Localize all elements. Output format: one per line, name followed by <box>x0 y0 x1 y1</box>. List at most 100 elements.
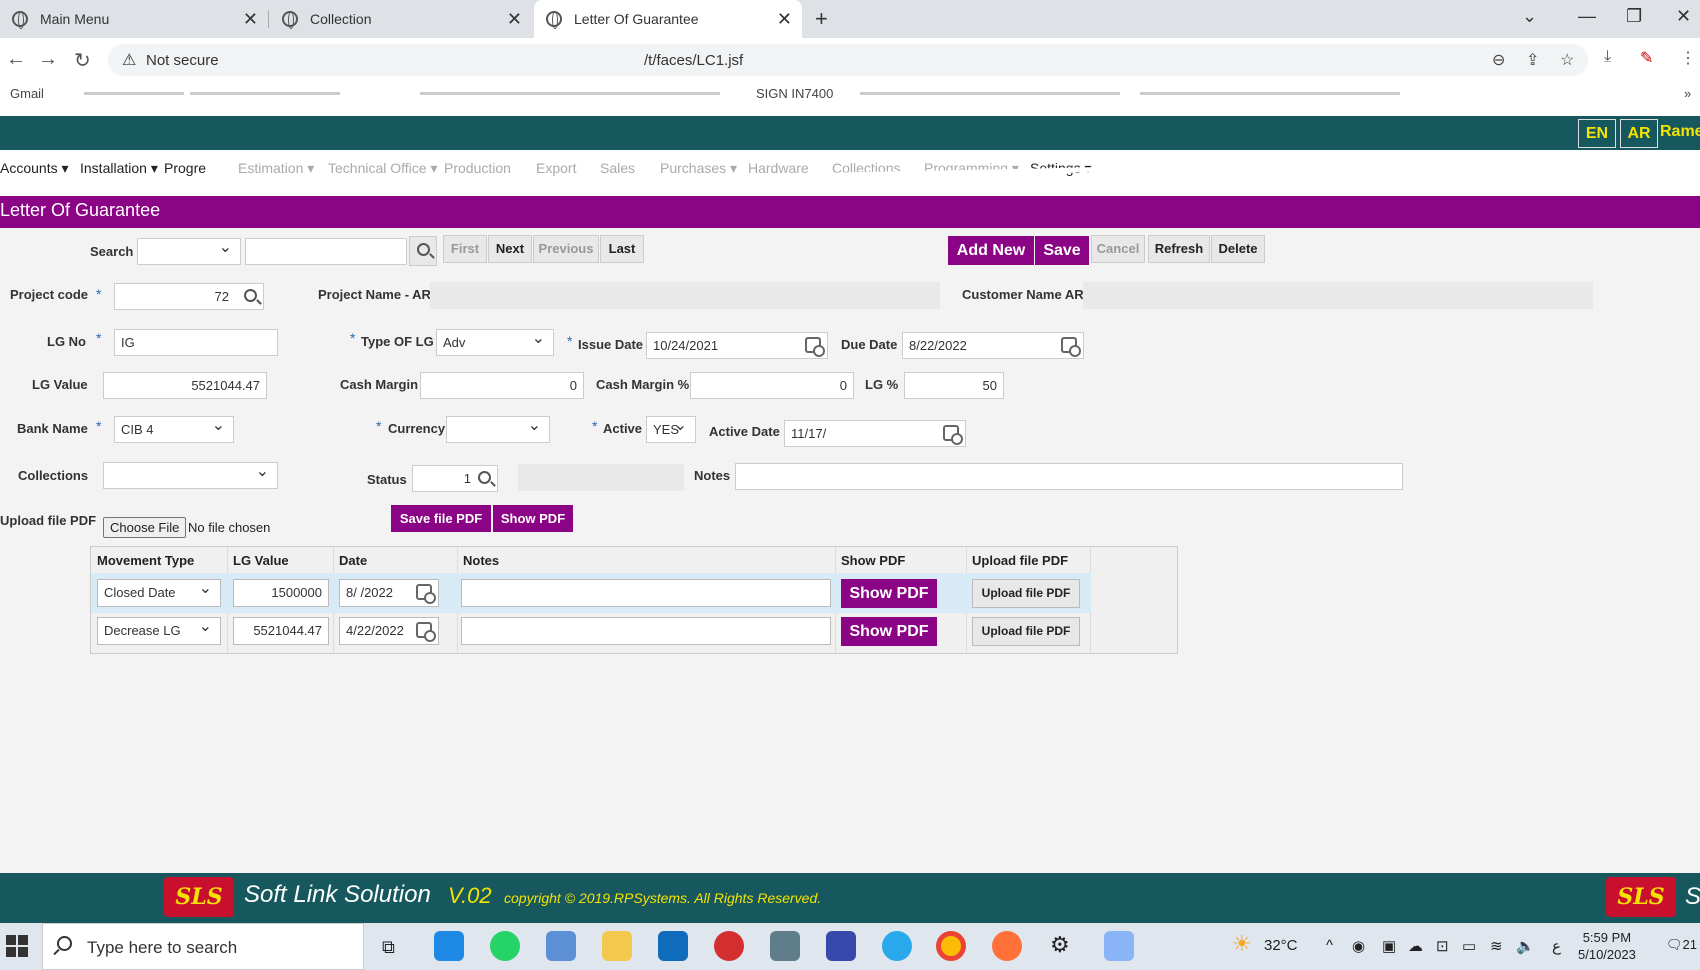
movement-type-select[interactable]: Decrease LG <box>97 617 221 645</box>
wifi-icon[interactable]: ≋ <box>1490 937 1503 955</box>
menu-icon[interactable]: ⋮ <box>1680 48 1696 68</box>
app-icon[interactable] <box>714 931 744 961</box>
tray-icon[interactable]: ⊡ <box>1436 937 1449 955</box>
zoom-icon[interactable]: ⊖ <box>1492 50 1505 70</box>
ie-icon[interactable] <box>434 931 464 961</box>
volume-icon[interactable]: 🔈 <box>1516 937 1535 955</box>
profile-icon[interactable]: ✎ <box>1640 48 1653 68</box>
tray-icon[interactable]: ▭ <box>1462 937 1476 955</box>
forward-icon[interactable]: → <box>38 48 58 71</box>
chevron-right-icon[interactable]: » <box>1684 86 1691 101</box>
app-icon[interactable] <box>1104 931 1134 961</box>
search-icon[interactable] <box>478 471 491 484</box>
menu-installation[interactable]: Installation ▾ <box>80 160 158 177</box>
back-icon[interactable]: ← <box>6 48 26 71</box>
row-show-pdf-button[interactable]: Show PDF <box>841 617 937 646</box>
lang-ar-button[interactable]: AR <box>1620 119 1658 148</box>
project-code-input[interactable]: 72 <box>114 283 264 310</box>
app-icon[interactable] <box>826 931 856 961</box>
active-select[interactable]: YES <box>646 416 696 443</box>
firefox-icon[interactable] <box>992 931 1022 961</box>
table-row[interactable]: Decrease LG 5521044.47 4/22/2022 Show PD… <box>91 613 1091 653</box>
delete-button[interactable]: Delete <box>1211 235 1265 263</box>
search-button[interactable] <box>409 236 437 266</box>
share-icon[interactable]: ⇪ <box>1526 50 1539 70</box>
search-icon[interactable] <box>244 289 257 302</box>
chevron-down-icon[interactable]: ⌄ <box>1522 6 1537 27</box>
calendar-icon[interactable] <box>943 425 963 445</box>
lg-no-input[interactable]: IG <box>114 329 278 356</box>
new-tab-icon[interactable]: + <box>815 6 828 32</box>
telegram-icon[interactable] <box>882 931 912 961</box>
movement-type-select[interactable]: Closed Date <box>97 579 221 607</box>
next-button[interactable]: Next <box>488 235 532 263</box>
windows-start-icon[interactable] <box>6 935 28 957</box>
add-new-button[interactable]: Add New <box>948 236 1034 265</box>
calendar-icon[interactable] <box>805 337 825 357</box>
save-file-pdf-button[interactable]: Save file PDF <box>391 505 491 532</box>
close-icon[interactable]: ✕ <box>777 9 792 30</box>
notes-input[interactable] <box>735 463 1403 490</box>
input-language-icon[interactable]: ع <box>1552 937 1561 955</box>
chevron-up-icon[interactable]: ^ <box>1326 937 1333 954</box>
row-date-input[interactable]: 4/22/2022 <box>339 617 439 645</box>
url-input[interactable]: ⚠ Not secure /t/faces/LC1.jsf ⊖ ⇪ ☆ <box>108 44 1588 76</box>
lang-en-button[interactable]: EN <box>1578 119 1616 148</box>
tray-icon[interactable]: ◉ <box>1352 937 1365 955</box>
app-icon[interactable] <box>546 931 576 961</box>
show-pdf-button[interactable]: Show PDF <box>493 505 573 532</box>
status-input[interactable]: 1 <box>412 465 498 492</box>
row-lg-value-input[interactable]: 5521044.47 <box>233 617 329 645</box>
save-button[interactable]: Save <box>1035 236 1089 265</box>
type-lg-select[interactable]: Adv <box>436 329 554 356</box>
issue-date-input[interactable]: 10/24/2021 <box>646 332 828 359</box>
chrome-icon[interactable] <box>936 931 966 961</box>
lg-value-input[interactable]: 5521044.47 <box>103 372 267 399</box>
outlook-icon[interactable] <box>658 931 688 961</box>
row-date-input[interactable]: 8/ /2022 <box>339 579 439 607</box>
calendar-icon[interactable] <box>1061 337 1081 357</box>
refresh-button[interactable]: Refresh <box>1148 235 1210 263</box>
calendar-icon[interactable] <box>416 584 436 604</box>
bookmark-sign-in[interactable]: SIGN IN7400 <box>756 86 833 101</box>
collections-select[interactable] <box>103 462 278 489</box>
bookmark-gmail[interactable]: Gmail <box>10 86 44 101</box>
star-icon[interactable]: ☆ <box>1560 50 1574 70</box>
taskbar-clock[interactable]: 5:59 PM 5/10/2023 <box>1578 929 1636 963</box>
currency-select[interactable] <box>446 416 550 443</box>
whatsapp-icon[interactable] <box>490 931 520 961</box>
row-lg-value-input[interactable]: 1500000 <box>233 579 329 607</box>
close-icon[interactable]: ✕ <box>507 9 522 30</box>
active-date-input[interactable]: 11/17/ <box>784 420 966 447</box>
window-close-icon[interactable]: ✕ <box>1676 6 1691 27</box>
notification-icon[interactable]: 🗨21 <box>1666 937 1697 953</box>
calendar-icon[interactable] <box>416 622 436 642</box>
tab-letter-of-guarantee[interactable]: Letter Of Guarantee ✕ <box>534 0 802 38</box>
calculator-icon[interactable] <box>770 931 800 961</box>
reload-icon[interactable]: ↻ <box>74 48 91 73</box>
choose-file-button[interactable]: Choose File <box>103 517 187 538</box>
settings-gear-icon[interactable]: ⚙ <box>1050 932 1070 958</box>
first-button[interactable]: First <box>443 235 487 263</box>
tab-collection[interactable]: Collection ✕ <box>270 0 532 38</box>
bank-name-select[interactable]: CIB 4 <box>114 416 234 443</box>
taskbar-search-input[interactable]: Type here to search <box>42 923 364 970</box>
last-button[interactable]: Last <box>600 235 644 263</box>
lg-pct-input[interactable]: 50 <box>904 372 1004 399</box>
tab-main-menu[interactable]: Main Menu ✕ <box>0 0 268 38</box>
previous-button[interactable]: Previous <box>533 235 599 263</box>
row-upload-pdf-button[interactable]: Upload file PDF <box>972 579 1080 608</box>
search-field-select[interactable] <box>137 238 241 265</box>
row-upload-pdf-button[interactable]: Upload file PDF <box>972 617 1080 646</box>
search-input[interactable] <box>245 238 407 265</box>
row-notes-input[interactable] <box>461 617 831 645</box>
menu-accounts[interactable]: Accounts ▾ <box>0 160 69 177</box>
menu-progress[interactable]: Progre <box>164 160 206 176</box>
cash-margin-input[interactable]: 0 <box>420 372 584 399</box>
restore-icon[interactable]: ❐ <box>1626 6 1642 27</box>
cancel-button[interactable]: Cancel <box>1091 235 1145 263</box>
table-row[interactable]: Closed Date 1500000 8/ /2022 Show PDF Up… <box>91 573 1091 613</box>
minimize-icon[interactable]: — <box>1578 6 1596 27</box>
cash-margin-pct-input[interactable]: 0 <box>690 372 854 399</box>
due-date-input[interactable]: 8/22/2022 <box>902 332 1084 359</box>
